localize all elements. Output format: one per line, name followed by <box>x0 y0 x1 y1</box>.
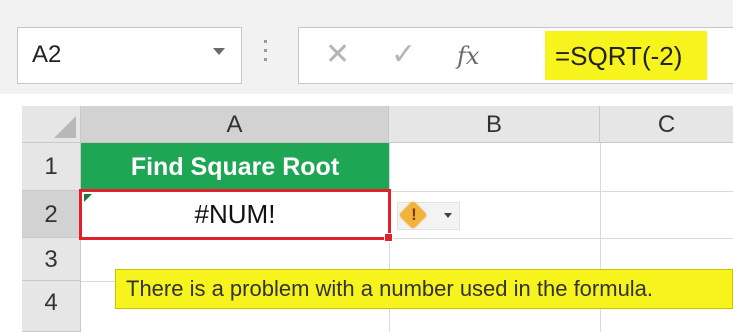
warning-mark: ! <box>411 205 417 224</box>
enter-icon[interactable]: ✓ <box>391 36 416 74</box>
row-header-4[interactable]: 4 <box>22 281 81 332</box>
insert-function-button[interactable]: fx <box>457 37 479 75</box>
column-header-b[interactable]: B <box>389 106 600 143</box>
formula-bar: A2 ✕ ✓ fx =SQRT(-2) <box>0 0 733 94</box>
name-box-value: A2 <box>32 41 62 68</box>
formula-area: ✕ ✓ fx =SQRT(-2) <box>298 27 733 84</box>
worksheet-grid: A B C 1 2 3 4 Find Square Root #NUM! ! T… <box>0 94 733 332</box>
column-header-a[interactable]: A <box>81 106 389 143</box>
name-box-dropdown-icon[interactable] <box>213 48 225 55</box>
formula-text: =SQRT(-2) <box>555 41 683 71</box>
cell-a1[interactable]: Find Square Root <box>81 143 389 191</box>
error-indicator-triangle-icon <box>84 194 92 202</box>
cell-a2-value: #NUM! <box>194 199 276 229</box>
cancel-icon[interactable]: ✕ <box>325 36 350 74</box>
row-header-3[interactable]: 3 <box>22 238 81 281</box>
formula-bar-grip-icon[interactable] <box>264 40 268 70</box>
column-header-c[interactable]: C <box>600 106 733 143</box>
select-all-button[interactable] <box>22 106 81 143</box>
cell-a2[interactable]: #NUM! <box>79 189 393 242</box>
fill-handle[interactable] <box>384 233 393 242</box>
error-options-button[interactable]: ! <box>397 200 460 230</box>
chevron-down-icon[interactable] <box>444 213 452 218</box>
formula-input[interactable]: =SQRT(-2) <box>545 31 707 80</box>
name-box[interactable]: A2 <box>17 27 242 84</box>
row-header-1[interactable]: 1 <box>22 143 81 191</box>
row-header-2[interactable]: 2 <box>22 191 81 238</box>
error-tooltip: There is a problem with a number used in… <box>115 269 733 309</box>
